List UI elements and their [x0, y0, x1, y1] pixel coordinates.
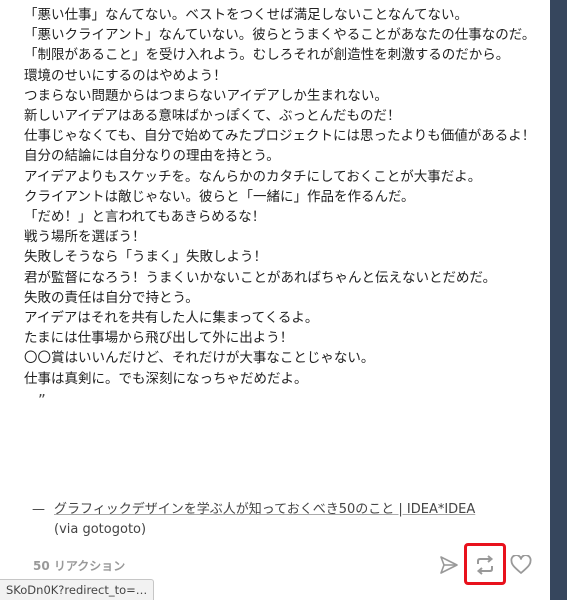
post-line: 君が監督になろう！うまくいかないことがあればちゃんと伝えないとだめだ。	[24, 269, 497, 286]
post-card: 「悪い仕事」なんてない。ベストをつくせば満足しないことなんてない。「悪いクライア…	[0, 0, 550, 600]
post-line: 仕事じゃなくても、自分で始めてみたプロジェクトには思ったよりも価値があるよ！	[24, 128, 536, 145]
post-line: 失敗しそうなら「うまく」失敗しよう！	[24, 249, 267, 266]
post-body: 「悪い仕事」なんてない。ベストをつくせば満足しないことなんてない。「悪いクライア…	[24, 5, 544, 409]
post-line: 「制限があること」を受け入れよう。むしろそれが創造性を刺激するのだから。	[24, 47, 510, 64]
reblog-button[interactable]	[470, 550, 500, 580]
post-line: 失敗の責任は自分で持とう。	[24, 289, 199, 306]
post-line: つまらない問題からはつまらないアイデアしか生まれない。	[24, 87, 388, 104]
share-button[interactable]	[434, 550, 464, 580]
post-line: 「だめ！」と言われてもあきらめるな！	[24, 209, 266, 226]
post-line: クライアントは敵じゃない。彼らと「一緒に」作品を作るんだ。	[24, 188, 415, 205]
post-line: 「悪いクライアント」なんていない。彼らとうまくやることがあなたの仕事なのだ。	[24, 27, 536, 44]
source-dash: —	[32, 502, 45, 517]
quote-close-mark: ”	[38, 390, 46, 409]
post-line: アイデアよりもスケッチを。なんらかのカタチにしておくことが大事だよ。	[24, 168, 482, 185]
like-button[interactable]	[506, 550, 536, 580]
heart-icon	[510, 555, 532, 574]
post-line: たまには仕事場から飛び出して外に出よう！	[24, 330, 294, 347]
post-line: 環境のせいにするのはやめよう！	[24, 67, 227, 84]
window-background-strip	[550, 0, 567, 600]
source-link[interactable]: グラフィックデザインを学ぶ人が知っておくべき50のこと | IDEA*IDEA	[54, 502, 475, 517]
post-line: 「悪い仕事」なんてない。ベストをつくせば満足しないことなんてない。	[24, 7, 469, 23]
post-line: 〇〇賞はいいんだけど、それだけが大事なことじゃない。	[24, 350, 375, 367]
reblog-icon	[476, 555, 494, 575]
notes-count[interactable]: 50 リアクション	[33, 557, 125, 574]
post-source: — グラフィックデザインを学ぶ人が知っておくべき50のこと | IDEA*IDE…	[32, 500, 502, 540]
post-line: 新しいアイデアはある意味ばかっぽくて、ぶっとんだものだ！	[24, 108, 401, 125]
post-line: アイデアはそれを共有した人に集まってくるよ。	[24, 310, 319, 327]
post-line: 戦う場所を選ぼう！	[24, 229, 146, 246]
source-via: (via gotogoto)	[54, 522, 147, 537]
paper-plane-icon	[440, 556, 458, 574]
status-bar-url: SKoDn0K?redirect_to=…	[0, 579, 155, 600]
post-line: 仕事は真剣に。でも深刻になっちゃだめだよ。	[24, 370, 308, 387]
post-line: 自分の結論には自分なりの理由を持とう。	[24, 148, 280, 165]
